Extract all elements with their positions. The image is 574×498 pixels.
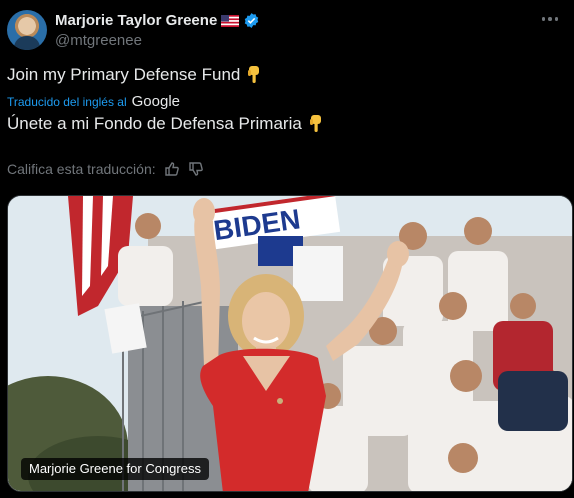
pointing-down-emoji-icon xyxy=(309,115,321,132)
thumbs-down-icon[interactable] xyxy=(188,161,204,177)
more-dot-icon xyxy=(554,17,559,21)
rate-translation-label: Califica esta traducción: xyxy=(7,161,156,177)
author-handle[interactable]: @mtgreenee xyxy=(55,32,142,49)
google-logo: Google xyxy=(131,93,180,110)
author-name[interactable]: Marjorie Taylor Greene xyxy=(55,12,217,29)
more-dot-icon xyxy=(541,17,546,21)
rate-translation: Califica esta traducción: xyxy=(7,161,204,177)
author-name-row: Marjorie Taylor Greene xyxy=(55,12,260,29)
translated-text: Únete a mi Fondo de Defensa Primaria xyxy=(7,114,324,134)
us-flag-icon xyxy=(221,14,240,27)
photo-caption: Marjorie Greene for Congress xyxy=(21,458,209,480)
thumbs-up-icon[interactable] xyxy=(164,161,180,177)
more-dot-icon xyxy=(548,17,552,21)
tweet-photo[interactable]: BIDEN Marjorie Greene for Congress xyxy=(7,195,573,492)
tweet-text: Join my Primary Defense Fund xyxy=(7,65,262,85)
more-options-button[interactable] xyxy=(539,10,561,28)
verified-badge-icon xyxy=(245,13,259,28)
rally-photo-image: BIDEN xyxy=(8,196,572,491)
translated-text-content: Únete a mi Fondo de Defensa Primaria xyxy=(7,114,302,133)
tweet-text-content: Join my Primary Defense Fund xyxy=(7,65,241,84)
pointing-down-emoji-icon xyxy=(248,66,260,83)
avatar[interactable] xyxy=(7,10,47,50)
translation-label: Traducido del inglés al xyxy=(7,94,127,109)
tweet-header: Marjorie Taylor Greene @mtgreenee xyxy=(7,8,567,52)
translation-attribution[interactable]: Traducido del inglés al Google xyxy=(7,93,180,110)
